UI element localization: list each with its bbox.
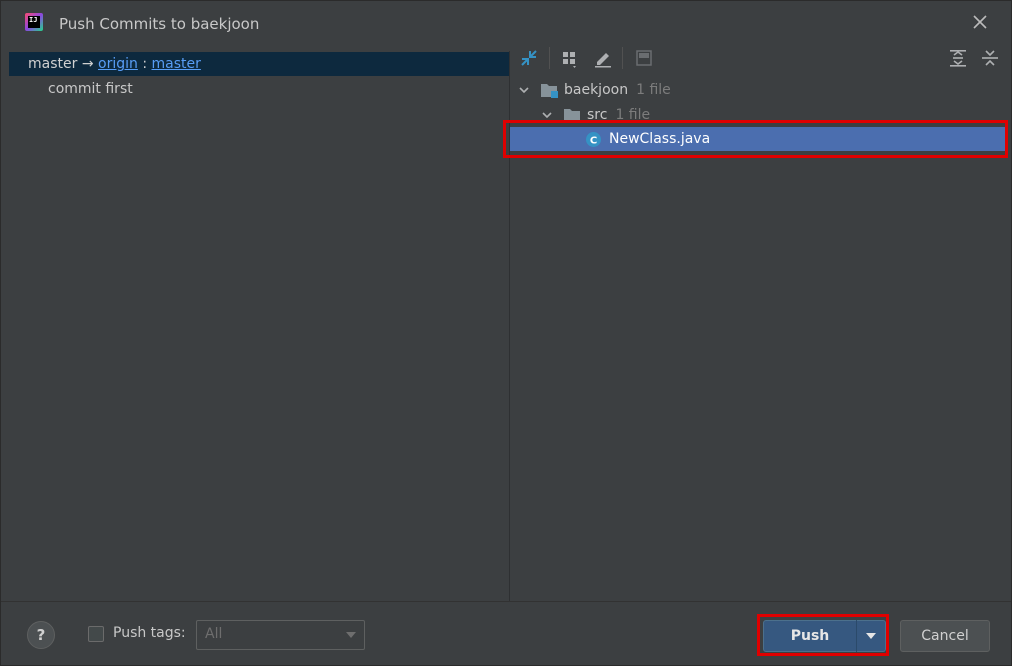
tree-node-label: NewClass.java <box>609 131 711 147</box>
intellij-app-icon: IJ <box>25 13 43 31</box>
tags-select-value: All <box>205 626 223 642</box>
cancel-button[interactable]: Cancel <box>900 620 990 652</box>
push-button[interactable]: Push <box>763 620 857 652</box>
tags-select[interactable]: All <box>196 620 365 650</box>
file-count: 1 file <box>615 107 651 123</box>
java-class-icon: C <box>586 132 601 147</box>
preview-icon <box>636 50 652 66</box>
toolbar-separator <box>549 47 550 69</box>
chevron-down-icon <box>519 87 529 94</box>
chevron-down-icon <box>542 112 552 119</box>
collapse-all-icon <box>982 50 998 66</box>
push-dialog: IJ Push Commits to baekjoon master → ori… <box>0 0 1012 666</box>
close-button[interactable] <box>969 11 991 33</box>
changes-toolbar <box>510 41 1008 75</box>
tree-node-label: baekjoon <box>564 82 629 98</box>
help-button[interactable]: ? <box>27 621 55 649</box>
dialog-footer: ? Push tags: All Push Cancel <box>1 601 1011 665</box>
expand-all-icon <box>950 50 966 67</box>
commits-pane: master → origin : master commit first <box>9 51 510 601</box>
preview-button[interactable] <box>633 47 655 69</box>
remote-branch-link[interactable]: master <box>152 56 201 72</box>
changes-pane: baekjoon 1 file src 1 file C NewClass.java <box>503 41 1008 601</box>
tree-node-label: src <box>587 107 608 123</box>
tree-node-folder[interactable]: src 1 file <box>510 103 1008 127</box>
group-by-button[interactable] <box>559 47 581 69</box>
show-diff-button[interactable] <box>518 47 540 69</box>
branch-row[interactable]: master → origin : master <box>9 52 509 76</box>
remote-link[interactable]: origin <box>98 56 138 72</box>
arrow-icon: → <box>81 56 94 72</box>
push-tags-checkbox[interactable] <box>88 626 104 642</box>
push-options-dropdown[interactable] <box>857 620 886 652</box>
file-count: 1 file <box>636 82 671 98</box>
commit-item[interactable]: commit first <box>48 78 133 100</box>
tree-node-file[interactable]: C NewClass.java <box>510 127 1008 151</box>
group-by-icon <box>563 52 576 68</box>
close-icon <box>973 15 987 29</box>
edit-source-button[interactable] <box>592 47 614 69</box>
chevron-down-icon <box>866 633 876 639</box>
push-tags-label: Push tags: <box>113 625 186 641</box>
local-branch: master <box>28 56 78 72</box>
chevron-down-icon <box>346 632 356 638</box>
branch-separator: : <box>142 56 148 72</box>
expand-all-button[interactable] <box>947 47 969 69</box>
tree-node-module[interactable]: baekjoon 1 file <box>510 78 1008 102</box>
folder-icon <box>564 109 580 122</box>
dialog-title: Push Commits to baekjoon <box>59 15 260 33</box>
edit-source-icon <box>595 53 611 68</box>
module-folder-icon <box>541 84 558 98</box>
collapse-all-button[interactable] <box>979 47 1001 69</box>
show-diff-icon <box>521 50 537 66</box>
toolbar-separator <box>622 47 623 69</box>
svg-text:C: C <box>590 136 597 147</box>
